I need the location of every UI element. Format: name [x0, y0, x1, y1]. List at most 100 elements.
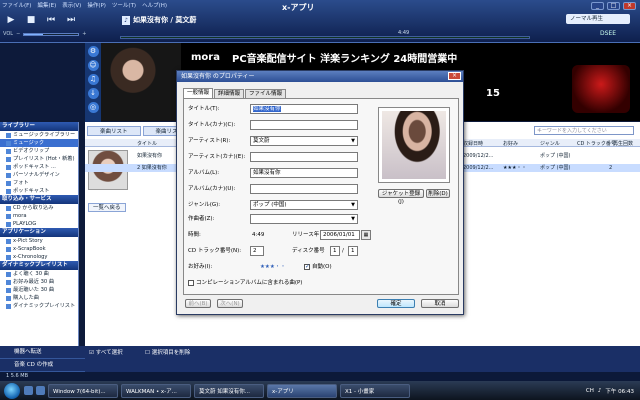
column-favorite[interactable]: お好み [503, 140, 518, 147]
volume-slider[interactable] [23, 32, 80, 36]
sidebar-section-apps[interactable]: アプリケーション [0, 228, 78, 237]
chevron-down-icon[interactable]: ▼ [351, 201, 355, 209]
dialog-title-bar[interactable]: 如果沒有你 のプロパティー × [177, 71, 463, 82]
sidebar-item-photo[interactable]: フォト [0, 179, 78, 187]
chevron-down-icon[interactable]: ▼ [351, 137, 355, 145]
store-icon[interactable]: ◎ [87, 102, 99, 113]
music-icon[interactable]: ♫ [87, 74, 99, 85]
playback-mode-select[interactable]: ノーマル再生 [566, 14, 630, 24]
clock[interactable]: 下午 06:43 [605, 387, 634, 395]
chevron-down-icon[interactable]: ▼ [351, 215, 355, 223]
close-button[interactable]: × [623, 2, 636, 10]
album-field[interactable]: 如果沒有你 [250, 168, 358, 178]
search-input[interactable]: キーワードを入力してください [534, 126, 634, 135]
language-indicator[interactable]: CH [586, 388, 594, 394]
minimize-button[interactable]: _ [591, 2, 604, 10]
transfer-to-device-button[interactable]: 機器へ転送 [0, 346, 85, 359]
menu-view[interactable]: 表示(V) [62, 1, 81, 10]
title-field[interactable]: 如果沒有你 [250, 104, 358, 114]
next-button[interactable]: 次へ(N) [217, 299, 243, 308]
sidebar-item-podcast[interactable]: ポッドキャスト ... [0, 163, 78, 171]
sidebar-item-music-library[interactable]: ミュージックライブラリー [0, 131, 78, 139]
composer-combobox[interactable]: ▼ [250, 214, 358, 224]
compilation-checkbox[interactable] [188, 280, 194, 286]
sidebar-item-podcast-2[interactable]: ポッドキャスト [0, 187, 78, 195]
column-cd-track[interactable]: CD トラック番号 [577, 140, 616, 147]
menu-help[interactable]: ヘルプ(H) [142, 1, 167, 10]
sidebar-item-purchased[interactable]: 購入した曲 [0, 294, 78, 302]
jacket-delete-button[interactable]: 削除(D) [426, 189, 450, 198]
artist-combobox[interactable]: 莫文蔚 ▼ [250, 136, 358, 146]
taskbar-window-1[interactable]: Window 7(64-bit)... [48, 383, 118, 398]
calendar-icon[interactable]: ▦ [361, 230, 371, 240]
stop-icon[interactable]: ■ [24, 14, 38, 26]
start-button[interactable] [4, 382, 20, 399]
rating-stars[interactable]: ★★★・・ [260, 262, 286, 272]
sidebar-section-import[interactable]: 取り込み・サービス [0, 195, 78, 204]
sidebar-item-personal[interactable]: パーソナルデザイン [0, 171, 78, 179]
sidebar-item-top30[interactable]: よく聴く 30 曲 [0, 270, 78, 278]
menu-operation[interactable]: 操作(P) [87, 1, 106, 10]
jacket-register-button[interactable]: ジャケット登録(J) [378, 189, 424, 205]
taskbar-window-3[interactable]: 莫文蔚 如果沒有你... [194, 383, 264, 398]
genre-combobox[interactable]: ポップ (中国) ▼ [250, 200, 358, 210]
row-rating[interactable]: ★★★・・ [503, 164, 526, 172]
next-track-icon[interactable]: ⏭ [64, 14, 78, 26]
sidebar-item-playlist[interactable]: プレイリスト (Hot・新着) [0, 155, 78, 163]
tab-general[interactable]: 一般情報 [183, 88, 214, 98]
user-icon[interactable]: ☺ [87, 60, 99, 71]
sidebar-item-cd-import[interactable]: CD から取り込み [0, 204, 78, 212]
taskbar-window-2[interactable]: WALKMAN • x-ア... [121, 383, 191, 398]
release-field[interactable]: 2006/01/01 [320, 230, 360, 240]
tab-track-list[interactable]: 楽曲リスト [87, 126, 141, 136]
auto-rating-checkbox[interactable] [304, 263, 310, 270]
sidebar-item-dynamic[interactable]: ダイナミックプレイリスト [0, 302, 78, 310]
previous-button[interactable]: 前へ(B) [185, 299, 211, 308]
column-genre[interactable]: ジャンル [540, 140, 560, 147]
select-all-button[interactable]: ☑ すべて選択 [89, 347, 123, 359]
dsee-toggle[interactable]: DSEE [600, 30, 616, 37]
sidebar-item-playlog[interactable]: PLAYLOG [0, 220, 78, 228]
maximize-button[interactable]: □ [607, 2, 620, 10]
play-icon[interactable]: ▶ [4, 14, 18, 26]
column-play-count[interactable]: 再生回数 [613, 140, 633, 147]
cd-track-field[interactable]: 2 [250, 246, 264, 256]
disc-total-field[interactable]: 1 [348, 246, 358, 256]
artist-kana-field[interactable] [250, 152, 358, 162]
create-cd-button[interactable]: 音楽 CD の作成 [0, 359, 85, 372]
sidebar-item-scrapbook[interactable]: x-ScrapBook [0, 245, 78, 253]
column-date[interactable]: 収録日時 [463, 140, 483, 147]
album-kana-field[interactable] [250, 184, 358, 194]
dialog-close-button[interactable]: × [448, 72, 461, 80]
volume-up-icon[interactable]: + [82, 31, 86, 37]
sidebar-section-dynamic[interactable]: ダイナミックプレイリスト [0, 261, 78, 270]
previous-track-icon[interactable]: ⏮ [44, 14, 58, 26]
sidebar-section-library[interactable]: ライブラリー [0, 122, 78, 131]
tab-file-info[interactable]: ファイル情報 [245, 89, 287, 98]
quicklaunch-icon[interactable] [24, 386, 33, 395]
sidebar-item-recent30[interactable]: 最近聴いた 30 曲 [0, 286, 78, 294]
sidebar-item-music[interactable]: ミュージック [0, 139, 78, 147]
cancel-button[interactable]: 取消 [421, 299, 459, 308]
ok-button[interactable]: 確定 [377, 299, 415, 308]
download-icon[interactable]: ↓ [87, 88, 99, 99]
sidebar-item-chronology[interactable]: x-Chronology [0, 253, 78, 261]
sidebar-item-video[interactable]: ビデオクリップ [0, 147, 78, 155]
tab-details[interactable]: 詳細情報 [214, 89, 245, 98]
taskbar-window-5[interactable]: X1 - 小畫家 [340, 383, 410, 398]
column-title[interactable]: タイトル [137, 140, 157, 147]
volume-down-icon[interactable]: − [16, 31, 20, 37]
sidebar-item-pict-story[interactable]: x-Pict Story [0, 237, 78, 245]
menu-file[interactable]: ファイル(F) [2, 1, 31, 10]
disc-field[interactable]: 1 [330, 246, 340, 256]
seek-bar[interactable] [120, 36, 530, 39]
volume-icon[interactable]: ♪ [598, 388, 602, 394]
back-to-list-button[interactable]: 一覧へ戻る [88, 203, 126, 212]
menu-tools[interactable]: ツール(T) [112, 1, 136, 10]
quicklaunch-icon[interactable] [36, 386, 45, 395]
delete-selected-button[interactable]: ☐ 選択項目を削除 [145, 347, 190, 359]
title-kana-field[interactable] [250, 120, 358, 130]
sidebar-item-mora[interactable]: mora [0, 212, 78, 220]
menu-edit[interactable]: 編集(E) [37, 1, 56, 10]
taskbar-window-4[interactable]: x-アプリ [267, 383, 337, 398]
